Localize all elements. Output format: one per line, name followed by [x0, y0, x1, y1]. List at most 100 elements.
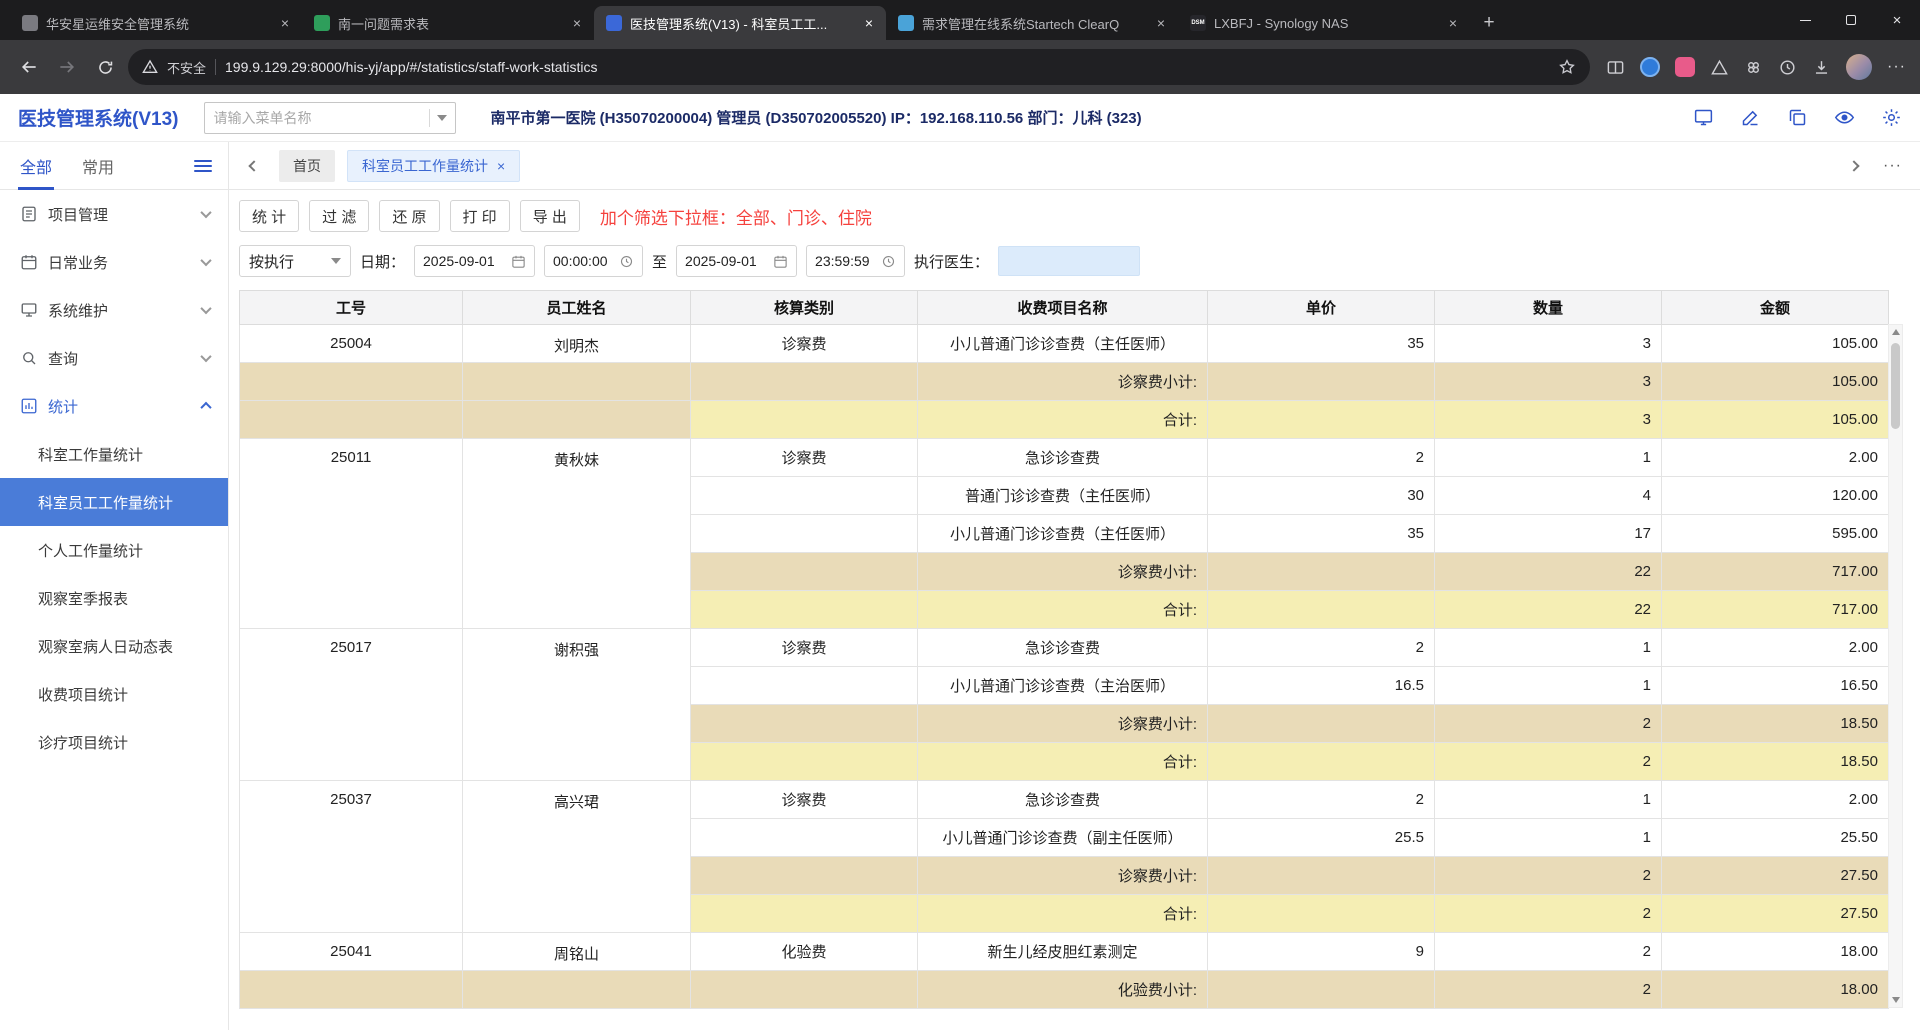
browser-tab-2[interactable]: 南一问题需求表 × — [302, 6, 594, 40]
table-row-group[interactable]: 25004 刘明杰 诊察费 小儿普通门诊诊查费（主任医师） 35 3 105.00 — [239, 324, 1889, 363]
extension-icon-pink[interactable] — [1675, 57, 1696, 77]
table-row-subfull[interactable]: 诊察费小计: 3 105.00 — [239, 362, 1889, 401]
cell-empty — [690, 666, 918, 705]
screen-icon[interactable] — [1693, 107, 1714, 128]
mode-select[interactable]: 按执行 — [239, 245, 351, 277]
sidebar-item-treatment-item-stats[interactable]: 诊疗项目统计 — [0, 718, 228, 766]
tab-close-icon[interactable]: × — [1152, 14, 1170, 32]
stat-button[interactable]: 统 计 — [239, 200, 300, 232]
tab-staff-work-statistics[interactable]: 科室员工工作量统计 × — [347, 149, 521, 182]
scroll-up-arrow-icon[interactable] — [1891, 329, 1900, 335]
scrollbar-thumb[interactable] — [1891, 343, 1900, 429]
col-quantity[interactable]: 数量 — [1434, 290, 1662, 325]
close-button[interactable]: × — [1874, 0, 1920, 40]
doctor-input[interactable] — [998, 246, 1141, 276]
table-row-group[interactable]: 25011 黄秋妹 诊察费 急诊诊查费 2 1 2.00 — [239, 438, 1889, 629]
col-category[interactable]: 核算类别 — [690, 290, 918, 325]
cell-empty — [462, 970, 691, 1009]
browser-tab-1[interactable]: 华安星运维安全管理系统 × — [10, 6, 302, 40]
browser-tab-5[interactable]: DSM LXBFJ - Synology NAS × — [1178, 6, 1470, 40]
edit-icon[interactable] — [1740, 107, 1761, 128]
col-emp-id[interactable]: 工号 — [239, 290, 463, 325]
tab-close-icon[interactable]: × — [497, 158, 505, 174]
sidebar-item-observation-quarterly[interactable]: 观察室季报表 — [0, 574, 228, 622]
date-from-input[interactable] — [423, 253, 506, 269]
reset-button[interactable]: 还 原 — [379, 200, 440, 232]
date-to-field[interactable] — [676, 245, 798, 277]
menu-search-input[interactable] — [213, 109, 423, 126]
col-emp-name[interactable]: 员工姓名 — [462, 290, 691, 325]
settings-gear-icon[interactable] — [1881, 107, 1902, 128]
window-controls: × — [1782, 0, 1920, 40]
table-row-group[interactable]: 25017 谢积强 诊察费 急诊诊查费 2 1 2.00 — [239, 628, 1889, 781]
sidebar-item-dept-staff-workload[interactable]: 科室员工工作量统计 — [0, 478, 228, 526]
forward-button[interactable] — [52, 52, 82, 82]
col-amount[interactable]: 金额 — [1661, 290, 1889, 325]
tabs-more-button[interactable]: ··· — [1883, 157, 1902, 175]
browser-tab-3-active[interactable]: 医技管理系统(V13) - 科室员工工... × — [594, 6, 886, 40]
time-from-input[interactable] — [553, 253, 614, 269]
maximize-button[interactable] — [1828, 0, 1874, 40]
cell-amount: 105.00 — [1661, 400, 1889, 439]
tabs-scroll-right-button[interactable] — [1841, 151, 1867, 181]
extension-icon-blue[interactable] — [1640, 57, 1661, 77]
sidebar-item-charge-item-stats[interactable]: 收费项目统计 — [0, 670, 228, 718]
tabs-scroll-left-button[interactable] — [241, 151, 267, 181]
chevron-down-icon — [200, 254, 212, 267]
tab-close-icon[interactable]: × — [1444, 14, 1462, 32]
menu-filter-all[interactable]: 全部 — [18, 142, 55, 190]
browser-tab-list: 华安星运维安全管理系统 × 南一问题需求表 × 医技管理系统(V13) - 科室… — [0, 0, 1782, 40]
menu-filter-common[interactable]: 常用 — [82, 154, 114, 178]
browser-menu-icon[interactable]: ··· — [1887, 58, 1906, 76]
col-unit-price[interactable]: 单价 — [1207, 290, 1435, 325]
sidebar-section-daily[interactable]: 日常业务 — [0, 238, 228, 286]
maximize-icon — [1846, 15, 1856, 25]
refresh-button[interactable] — [90, 52, 120, 82]
export-button[interactable]: 导 出 — [519, 200, 580, 232]
table-row-group[interactable]: 25037 高兴珺 诊察费 急诊诊查费 2 1 2.00 — [239, 780, 1889, 933]
print-button[interactable]: 打 印 — [449, 200, 510, 232]
sidebar-section-statistics[interactable]: 统计 — [0, 382, 228, 430]
date-to-input[interactable] — [685, 253, 768, 269]
browser-tab-4[interactable]: 需求管理在线系统Startech ClearQ × — [886, 6, 1178, 40]
cell-cat: 诊察费 — [690, 628, 918, 667]
sidebar-item-observation-daily[interactable]: 观察室病人日动态表 — [0, 622, 228, 670]
tab-close-icon[interactable]: × — [860, 14, 878, 32]
tab-home[interactable]: 首页 — [279, 149, 335, 182]
extension-triangle-icon[interactable] — [1710, 58, 1729, 77]
menu-collapse-icon[interactable] — [194, 159, 212, 172]
url-text[interactable]: 199.9.129.29:8000/his-yj/app/#/statistic… — [225, 59, 1549, 75]
sidebar-section-query[interactable]: 查询 — [0, 334, 228, 382]
col-item-name[interactable]: 收费项目名称 — [917, 290, 1208, 325]
minimize-button[interactable] — [1782, 0, 1828, 40]
copy-icon[interactable] — [1787, 107, 1808, 128]
scroll-down-arrow-icon[interactable] — [1891, 997, 1900, 1003]
new-tab-button[interactable]: + — [1474, 8, 1504, 38]
sidebar-item-personal-workload[interactable]: 个人工作量统计 — [0, 526, 228, 574]
date-from-field[interactable] — [414, 245, 536, 277]
back-button[interactable] — [14, 52, 44, 82]
table-row-totfull[interactable]: 合计: 3 105.00 — [239, 400, 1889, 439]
table-row-group[interactable]: 25041 周铭山 化验费 新生儿经皮胆红素测定 9 2 18.00 — [239, 932, 1889, 971]
time-to-input[interactable] — [815, 253, 876, 269]
profile-avatar[interactable] — [1846, 54, 1873, 80]
extensions-puzzle-icon[interactable] — [1744, 58, 1763, 77]
filter-button[interactable]: 过 滤 — [309, 200, 370, 232]
tab-close-icon[interactable]: × — [276, 14, 294, 32]
bookmark-star-icon[interactable] — [1558, 58, 1576, 76]
menu-search-select[interactable] — [204, 101, 457, 134]
split-screen-icon[interactable] — [1606, 58, 1625, 77]
sidebar-section-project[interactable]: 项目管理 — [0, 190, 228, 238]
history-icon[interactable] — [1778, 58, 1797, 77]
sidebar-section-system[interactable]: 系统维护 — [0, 286, 228, 334]
table-row-subfull[interactable]: 化验费小计: 2 18.00 — [239, 970, 1889, 1009]
tab-close-icon[interactable]: × — [568, 14, 586, 32]
tab-title: 医技管理系统(V13) - 科室员工工... — [630, 16, 828, 32]
time-from-field[interactable] — [544, 245, 644, 277]
table-scrollbar[interactable] — [1888, 324, 1903, 1008]
time-to-field[interactable] — [806, 245, 906, 277]
downloads-icon[interactable] — [1812, 58, 1831, 77]
address-bar[interactable]: 不安全 199.9.129.29:8000/his-yj/app/#/stati… — [128, 49, 1591, 85]
sidebar-item-dept-workload[interactable]: 科室工作量统计 — [0, 430, 228, 478]
eye-icon[interactable] — [1834, 107, 1855, 128]
